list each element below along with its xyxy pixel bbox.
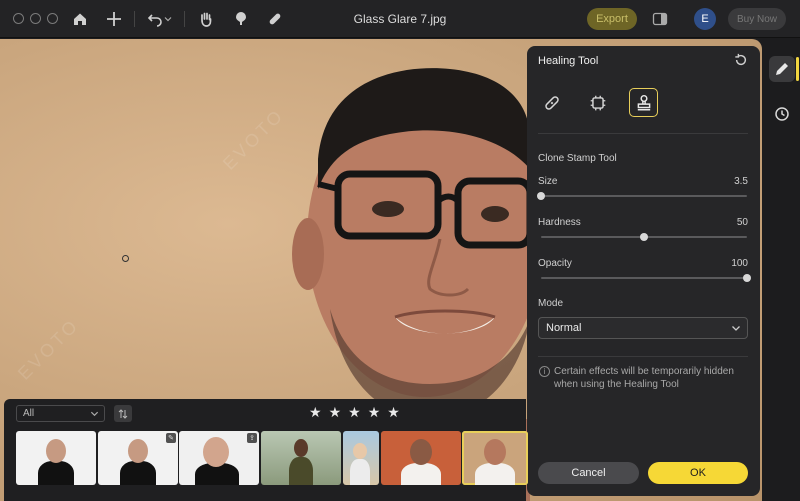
thumbnail-figure <box>294 439 308 457</box>
star-icon[interactable]: ★ <box>348 405 361 419</box>
edit-pen-icon[interactable] <box>769 56 795 82</box>
active-tool-marker <box>796 57 799 81</box>
buy-now-button[interactable]: Buy Now <box>728 8 786 30</box>
ok-button[interactable]: OK <box>648 462 748 484</box>
star-icon[interactable]: ★ <box>329 405 342 419</box>
title-bar: Glass Glare 7.jpg Export E Buy Now <box>0 0 800 38</box>
export-button[interactable]: Export <box>587 8 637 30</box>
filter-select-value: All <box>23 408 35 419</box>
home-icon[interactable] <box>70 9 90 29</box>
thumbnail-figure <box>120 461 156 485</box>
size-value: 3.5 <box>734 176 748 187</box>
thumbnail[interactable] <box>343 431 379 485</box>
mode-select[interactable]: Normal <box>538 317 748 339</box>
opacity-slider[interactable] <box>541 274 751 282</box>
thumbnail-figure <box>38 461 74 485</box>
sidebar-toggle-icon[interactable] <box>650 9 670 29</box>
panel-title: Healing Tool <box>538 55 599 67</box>
chip-tool-button[interactable] <box>583 88 612 117</box>
clone-stamp-tool-button[interactable] <box>629 88 658 117</box>
zoom-window-button[interactable] <box>47 13 58 24</box>
hand-icon[interactable] <box>196 9 216 29</box>
size-label: Size <box>538 176 558 187</box>
star-icon[interactable]: ★ <box>309 405 322 419</box>
edited-badge-icon: ✎ <box>166 433 176 443</box>
thumbnail-figure <box>46 439 66 463</box>
chevron-down-icon <box>90 411 99 417</box>
thumbnail-figure <box>350 459 370 485</box>
star-icon[interactable]: ★ <box>368 405 381 419</box>
opacity-slider-thumb[interactable] <box>743 274 751 282</box>
mode-select-value: Normal <box>546 322 582 334</box>
section-title: Clone Stamp Tool <box>538 153 617 164</box>
mode-label: Mode <box>538 298 564 309</box>
thumbnail-figure <box>475 463 515 485</box>
right-tool-rail <box>764 39 800 501</box>
filmstrip: All ★ ★ ★ ★ ★ ✎ ⇪ <box>4 399 528 501</box>
thumbnail-figure <box>401 463 441 485</box>
thumbnail[interactable] <box>261 431 341 485</box>
thumbnail-figure <box>289 457 313 485</box>
panel-divider <box>538 133 748 134</box>
opacity-value: 100 <box>731 258 748 269</box>
star-icon[interactable]: ★ <box>387 405 400 419</box>
export-badge-icon: ⇪ <box>247 433 257 443</box>
info-icon: i <box>539 366 550 377</box>
hardness-value: 50 <box>736 217 748 228</box>
stamp-icon <box>637 94 650 110</box>
retouch-icon[interactable] <box>231 9 251 29</box>
minimize-window-button[interactable] <box>30 13 41 24</box>
thumbnail[interactable]: ✎ <box>98 431 178 485</box>
bandage-icon[interactable] <box>265 9 285 29</box>
thumbnail-figure <box>353 443 367 459</box>
info-text: Certain effects will be temporarily hidd… <box>554 366 734 390</box>
thumbnail-selected[interactable] <box>462 431 528 485</box>
toolbar-divider <box>134 11 135 27</box>
thumbnail-figure <box>410 439 432 465</box>
bandage-tool-button[interactable] <box>537 88 566 117</box>
panel-divider <box>538 356 748 357</box>
thumbnail[interactable] <box>381 431 461 485</box>
thumbnail-figure <box>203 437 229 467</box>
undo-history-chevron-icon[interactable] <box>162 9 174 29</box>
healing-tool-panel: Healing Tool Clone Stamp Tool Size 3.5 H… <box>527 46 760 496</box>
toolbar-divider <box>184 11 185 27</box>
add-icon[interactable] <box>104 9 124 29</box>
chip-icon <box>590 95 605 110</box>
history-icon[interactable] <box>769 101 795 127</box>
sort-icon <box>118 408 128 419</box>
opacity-label: Opacity <box>538 258 572 269</box>
reset-icon[interactable] <box>734 53 750 69</box>
chevron-down-icon <box>732 326 740 331</box>
thumbnail-figure <box>128 439 148 463</box>
size-slider-thumb[interactable] <box>537 192 545 200</box>
star-rating[interactable]: ★ ★ ★ ★ ★ <box>309 405 400 419</box>
size-slider[interactable] <box>537 192 747 200</box>
thumbnail[interactable]: ⇪ <box>179 431 259 485</box>
hardness-slider-thumb[interactable] <box>640 233 648 241</box>
thumbnail[interactable] <box>16 431 96 485</box>
hardness-slider[interactable] <box>541 233 747 241</box>
hardness-label: Hardness <box>538 217 581 228</box>
sort-button[interactable] <box>114 405 132 422</box>
bandage-icon <box>544 95 559 110</box>
brush-cursor <box>122 255 129 262</box>
avatar[interactable]: E <box>694 8 716 30</box>
cancel-button[interactable]: Cancel <box>538 462 639 484</box>
thumbnail-figure <box>484 439 506 465</box>
filter-select[interactable]: All <box>16 405 105 422</box>
close-window-button[interactable] <box>13 13 24 24</box>
